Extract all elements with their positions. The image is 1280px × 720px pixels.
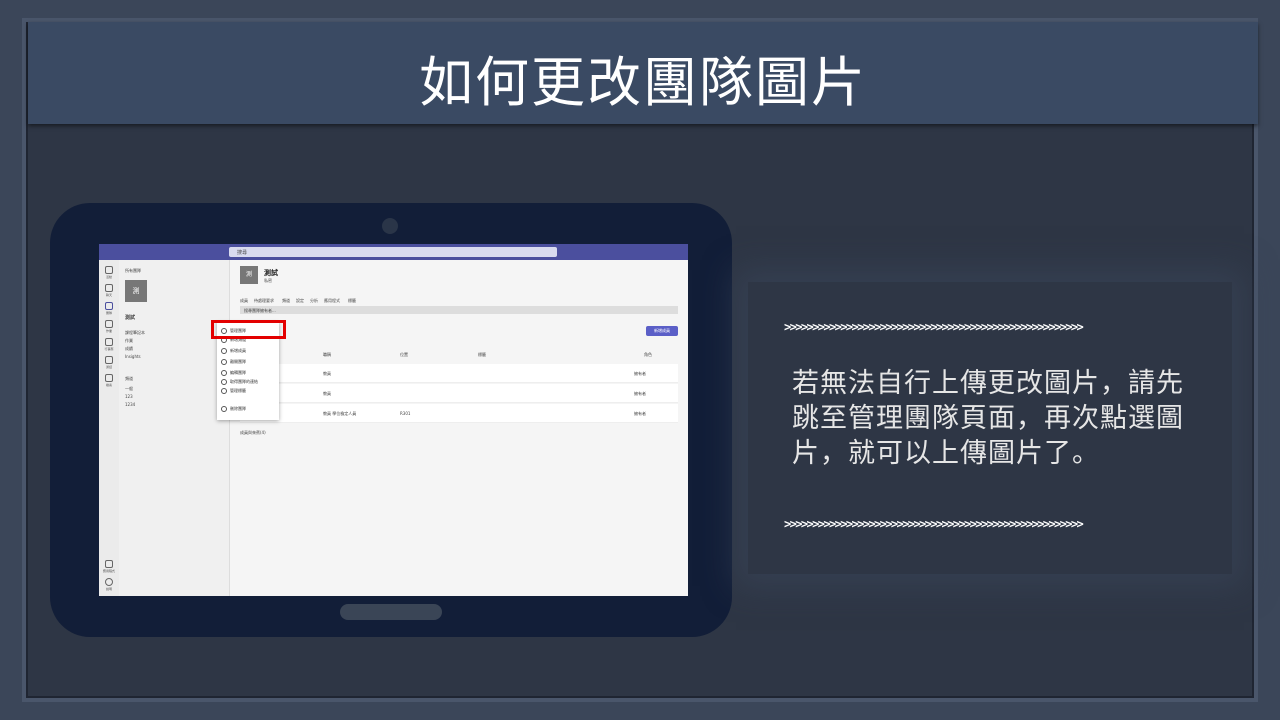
sidebar-item-assignments[interactable]: 作業	[125, 338, 133, 344]
table-row[interactable]: 教員 擁有者	[240, 384, 678, 403]
rail-item-apps[interactable]: 應用程式	[102, 560, 116, 573]
tablet-device: 搜尋 活動 聊天 團隊 作業 行事曆 通話 檔案 應用程式 說明 所有團隊 測 …	[50, 203, 732, 637]
team-title: 測試	[264, 269, 278, 277]
rail-item-activity[interactable]: 活動	[102, 266, 116, 279]
row-role[interactable]: 擁有者	[634, 371, 646, 377]
team-subtitle: 私密	[264, 278, 272, 283]
row-location: R301	[400, 411, 411, 416]
row-title: 教員	[323, 371, 331, 376]
rail-item-calls[interactable]: 通話	[102, 356, 116, 369]
add-user-icon	[221, 348, 227, 354]
sidebar-item-notebook[interactable]: 課程筆記本	[125, 330, 145, 336]
team-avatar-large[interactable]: 測	[240, 266, 258, 284]
channels-header: 頻道	[125, 376, 133, 381]
menu-item-leave-team[interactable]: 離開團隊	[221, 359, 246, 365]
rail-item-help[interactable]: 說明	[102, 578, 116, 591]
slide-title: 如何更改團隊圖片	[419, 51, 867, 114]
row-title: 教員	[323, 391, 331, 396]
table-row[interactable]: 教員 擁有者	[240, 364, 678, 383]
arrow-divider-bottom: >>>>>>>>>>>>>>>>>>>>>>>>>>>>>>>>>>>>>>>>…	[784, 517, 1084, 531]
edit-icon	[221, 370, 227, 376]
menu-item-manage-tags[interactable]: 管理標籤	[221, 388, 246, 394]
team-main: 測 測試 私密 成員 待處理要求 頻道 設定 分析 應用程式 標籤 搜尋團隊擁有…	[230, 260, 688, 596]
column-header-tags: 標籤	[478, 352, 486, 357]
members-footer[interactable]: 成員與來賓(4)	[240, 430, 266, 436]
leave-icon	[221, 359, 227, 365]
rail-item-files[interactable]: 檔案	[102, 374, 116, 387]
arrow-divider-top: >>>>>>>>>>>>>>>>>>>>>>>>>>>>>>>>>>>>>>>>…	[784, 320, 1084, 334]
tab-apps[interactable]: 應用程式	[324, 298, 340, 304]
app-rail: 活動 聊天 團隊 作業 行事曆 通話 檔案 應用程式 說明	[99, 260, 119, 596]
title-bar: 如何更改團隊圖片	[28, 22, 1258, 124]
column-header-title: 職稱	[323, 352, 331, 357]
camera-icon	[382, 218, 398, 234]
menu-item-add-member[interactable]: 新增成員	[221, 348, 246, 354]
column-header-role: 角色	[644, 352, 652, 357]
rail-item-teams[interactable]: 團隊	[102, 302, 116, 315]
menu-item-edit-team[interactable]: 編輯團隊	[221, 370, 246, 376]
trash-icon	[221, 406, 227, 412]
banner: 搜尋團隊擁有者...	[240, 306, 678, 314]
menu-item-get-link[interactable]: 取得團隊的連結	[221, 379, 258, 385]
sidebar-item-insights[interactable]: Insights	[125, 354, 141, 359]
channel-item[interactable]: 123	[125, 394, 133, 399]
table-row[interactable]: 教員 學位檢定人員 R301 擁有者	[240, 404, 678, 423]
row-title: 教員 學位檢定人員	[323, 411, 357, 416]
rail-item-calendar[interactable]: 行事曆	[102, 338, 116, 351]
team-name: 測試	[125, 315, 136, 321]
team-avatar[interactable]: 測	[125, 280, 147, 302]
teams-top-bar: 搜尋	[99, 244, 688, 260]
row-role[interactable]: 擁有者	[634, 391, 646, 397]
add-member-button[interactable]: 新增成員	[646, 326, 678, 336]
search-input[interactable]: 搜尋	[229, 247, 557, 257]
tab-settings[interactable]: 設定	[296, 298, 304, 304]
banner-text: 搜尋團隊擁有者...	[244, 308, 276, 313]
tab-tags[interactable]: 標籤	[348, 298, 356, 304]
tab-members[interactable]: 成員	[240, 298, 248, 304]
row-role[interactable]: 擁有者	[634, 411, 646, 417]
tag-icon	[221, 388, 227, 394]
tab-pending[interactable]: 待處理要求	[254, 298, 274, 304]
teams-screenshot: 搜尋 活動 聊天 團隊 作業 行事曆 通話 檔案 應用程式 說明 所有團隊 測 …	[99, 244, 688, 596]
column-header-location: 位置	[400, 352, 408, 357]
description-text: 若無法自行上傳更改圖片，請先跳至管理團隊頁面，再次點選圖片，就可以上傳圖片了。	[792, 368, 1184, 469]
back-link[interactable]: 所有團隊	[125, 268, 141, 274]
channel-item[interactable]: 一般	[125, 386, 133, 392]
team-sidebar: 所有團隊 測 測試 課程筆記本 作業 成績 Insights 頻道 一般 123…	[119, 260, 230, 596]
highlight-box	[211, 320, 286, 339]
sidebar-item-grades[interactable]: 成績	[125, 346, 133, 352]
tab-channels[interactable]: 頻道	[282, 298, 290, 304]
rail-item-chat[interactable]: 聊天	[102, 284, 116, 297]
rail-item-assignments[interactable]: 作業	[102, 320, 116, 333]
link-icon	[221, 379, 227, 385]
tab-analytics[interactable]: 分析	[310, 298, 318, 304]
menu-item-delete-team[interactable]: 刪除團隊	[221, 406, 246, 412]
search-placeholder: 搜尋	[237, 250, 248, 256]
channel-item[interactable]: 1234	[125, 402, 135, 407]
home-button	[340, 604, 442, 620]
